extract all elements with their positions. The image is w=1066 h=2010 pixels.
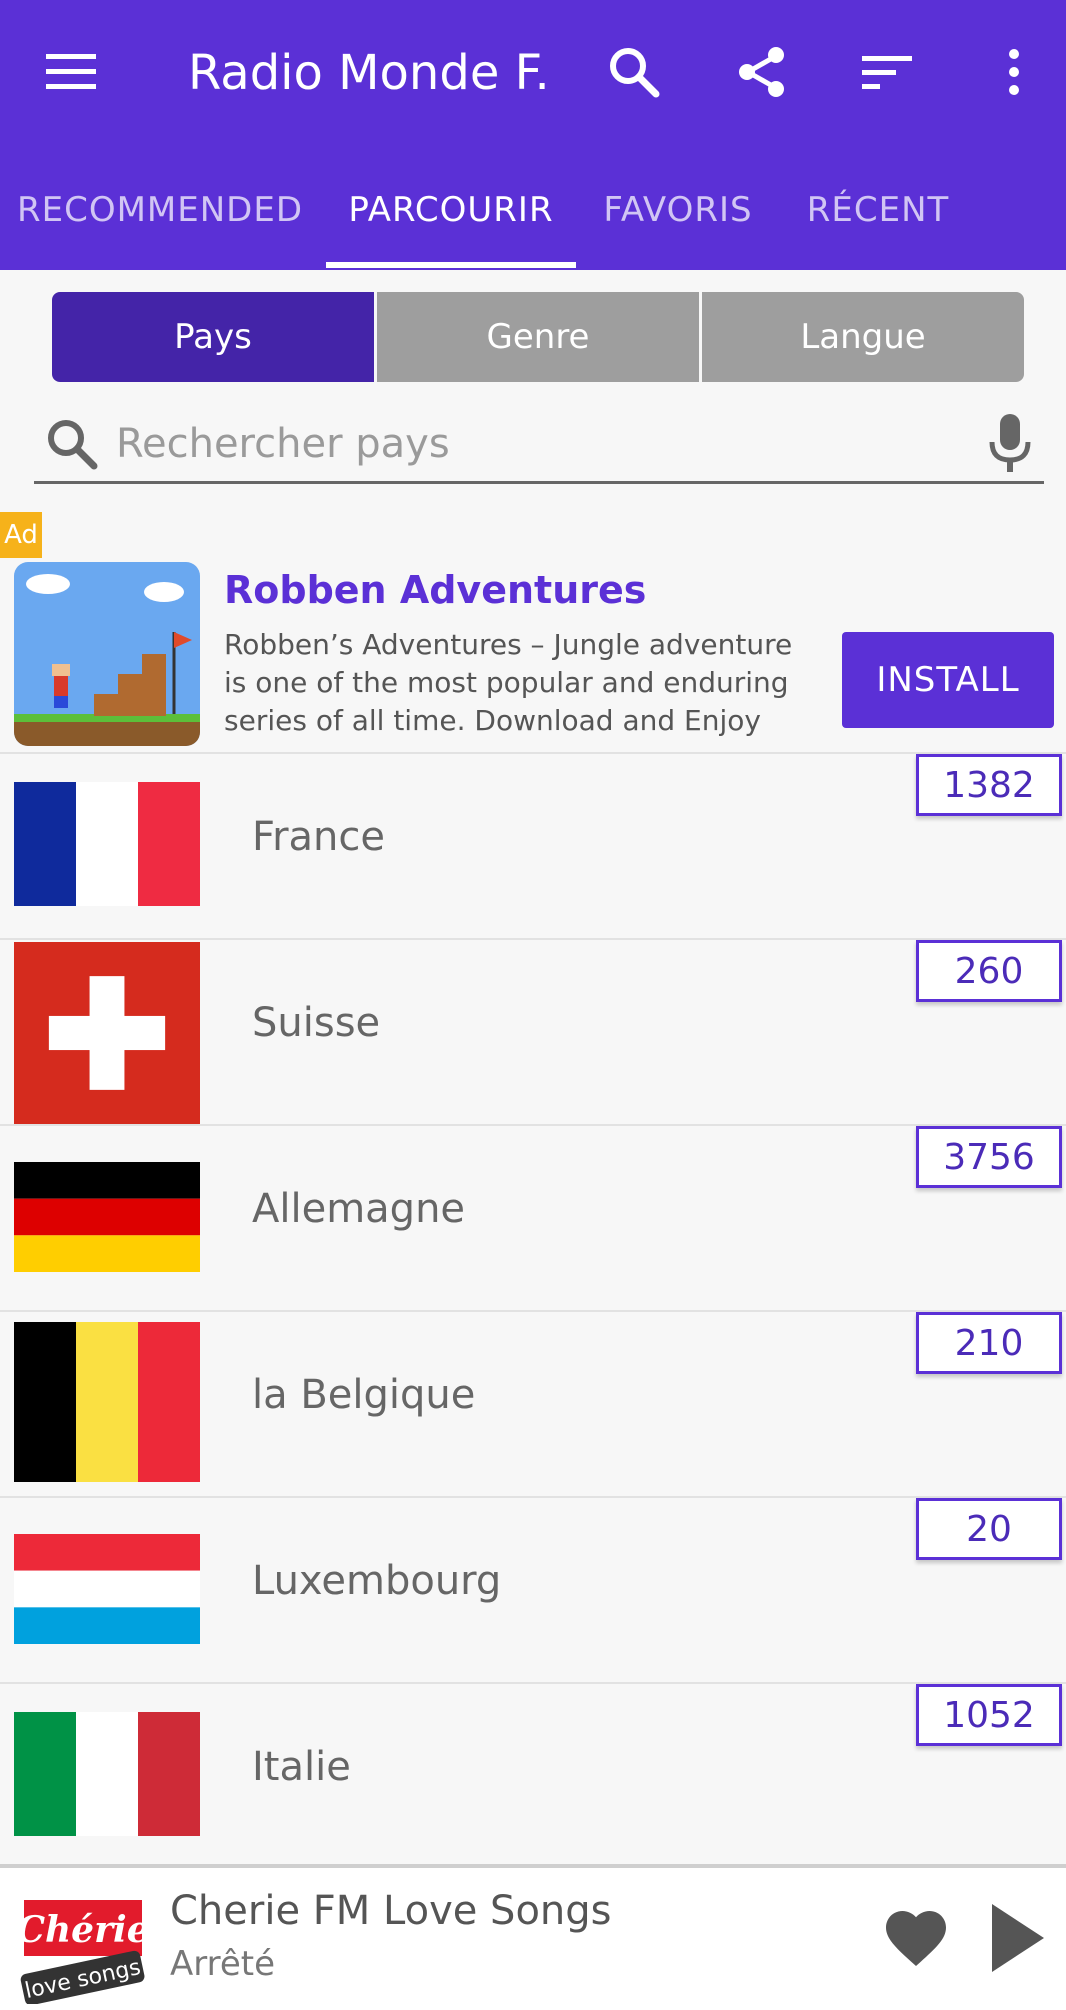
- country-name: Suisse: [252, 1000, 381, 1046]
- country-row-italie[interactable]: Italie 1052: [0, 1682, 1066, 1868]
- station-logo: Chérie love songs: [16, 1892, 150, 2006]
- app-title: Radio Monde F...: [188, 45, 548, 101]
- sort-icon[interactable]: [846, 30, 930, 114]
- tab-favoris[interactable]: FAVORIS: [590, 150, 766, 270]
- ad-title[interactable]: Robben Adventures: [224, 568, 824, 612]
- heart-icon[interactable]: [880, 1902, 952, 1974]
- tab-recent[interactable]: RÉCENT: [790, 150, 966, 270]
- ad-badge: Ad: [0, 512, 42, 558]
- search-input[interactable]: [116, 412, 976, 476]
- ad-banner[interactable]: Ad Robben Adventures Robben’s Adventures…: [0, 508, 1066, 752]
- search-icon[interactable]: [592, 30, 676, 114]
- tab-recommended[interactable]: RECOMMENDED: [10, 150, 310, 270]
- toolbar: Radio Monde F...: [0, 0, 1066, 140]
- germany-flag-icon: [14, 1162, 200, 1272]
- now-playing-bar[interactable]: Chérie love songs Cherie FM Love Songs A…: [0, 1864, 1066, 2010]
- share-icon[interactable]: [720, 30, 804, 114]
- station-count-badge: 260: [916, 940, 1062, 1002]
- country-name: Italie: [252, 1744, 351, 1790]
- more-vertical-icon[interactable]: [972, 30, 1056, 114]
- segment-genre[interactable]: Genre: [374, 292, 699, 382]
- country-name: Allemagne: [252, 1186, 466, 1232]
- france-flag-icon: [14, 782, 200, 906]
- station-count-badge: 1382: [916, 754, 1062, 816]
- category-segmented-control: Pays Genre Langue: [52, 292, 1024, 382]
- active-tab-indicator: [326, 262, 576, 268]
- station-count-badge: 210: [916, 1312, 1062, 1374]
- country-row-allemagne[interactable]: Allemagne 3756: [0, 1124, 1066, 1310]
- microphone-icon[interactable]: [982, 412, 1038, 476]
- hamburger-menu-icon[interactable]: [30, 30, 114, 114]
- play-icon[interactable]: [986, 1900, 1048, 1976]
- search-icon: [42, 414, 102, 474]
- station-count-badge: 3756: [916, 1126, 1062, 1188]
- station-name: Cherie FM Love Songs: [170, 1888, 612, 1934]
- country-list: France 1382 Suisse 260 Allemagne 3756 la…: [0, 752, 1066, 1868]
- country-row-suisse[interactable]: Suisse 260: [0, 938, 1066, 1124]
- country-name: la Belgique: [252, 1372, 476, 1418]
- country-name: France: [252, 814, 386, 860]
- switzerland-flag-icon: [14, 942, 200, 1124]
- country-name: Luxembourg: [252, 1558, 502, 1604]
- logo-text-top: Chérie: [16, 1909, 149, 1951]
- playback-status: Arrêté: [170, 1944, 276, 1984]
- station-count-badge: 20: [916, 1498, 1062, 1560]
- ad-description: Robben’s Adventures – Jungle adventure i…: [224, 628, 793, 737]
- luxembourg-flag-icon: [14, 1534, 200, 1644]
- install-button[interactable]: INSTALL: [842, 632, 1054, 728]
- station-count-badge: 1052: [916, 1684, 1062, 1746]
- segment-pays[interactable]: Pays: [52, 292, 374, 382]
- segment-langue[interactable]: Langue: [699, 292, 1024, 382]
- italy-flag-icon: [14, 1712, 200, 1836]
- country-row-luxembourg[interactable]: Luxembourg 20: [0, 1496, 1066, 1682]
- tab-bar: RECOMMENDED PARCOURIR FAVORIS RÉCENT: [0, 150, 1066, 270]
- ad-game-thumbnail: [14, 562, 200, 746]
- country-row-belgique[interactable]: la Belgique 210: [0, 1310, 1066, 1496]
- belgium-flag-icon: [14, 1322, 200, 1482]
- country-row-france[interactable]: France 1382: [0, 752, 1066, 938]
- search-bar: [34, 408, 1044, 484]
- tab-parcourir[interactable]: PARCOURIR: [326, 150, 576, 270]
- app-bar: Radio Monde F... RECOMMENDED PARCOURIR F…: [0, 0, 1066, 270]
